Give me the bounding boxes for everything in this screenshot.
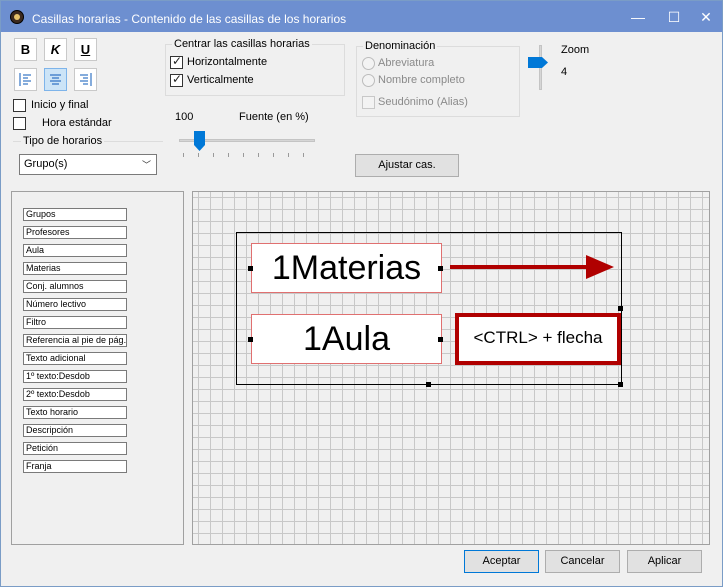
align-center-icon	[50, 74, 61, 85]
cell-preview-canvas[interactable]: 1Materias 1Aula <CTRL> + flecha	[192, 191, 710, 545]
underline-label: U	[80, 42, 91, 57]
fields-panel: Grupos Profesores Aula Materias Conj. al…	[11, 191, 184, 545]
accept-button[interactable]: Aceptar	[464, 550, 539, 573]
abbrev-radio[interactable]	[362, 57, 375, 70]
full-name-label: Nombre completo	[378, 74, 465, 86]
italic-label: K	[50, 42, 61, 57]
cell-field-aula[interactable]: 1Aula	[251, 314, 442, 364]
resize-handle[interactable]	[438, 337, 443, 342]
align-right-icon	[80, 73, 92, 86]
standard-time-label: Hora estándar	[42, 117, 112, 129]
full-name-radio[interactable]	[362, 74, 375, 87]
font-slider-tick	[228, 153, 229, 157]
align-left-button[interactable]	[14, 68, 37, 91]
field-item[interactable]: Referencia al pie de pág.	[23, 334, 127, 347]
title-bar: Casillas horarias - Contenido de las cas…	[1, 1, 722, 32]
field-item[interactable]: Aula	[23, 244, 127, 257]
font-slider-tick	[213, 153, 214, 157]
center-group	[165, 44, 345, 96]
window-title: Casillas horarias - Contenido de las cas…	[32, 12, 347, 26]
resize-handle[interactable]	[248, 266, 253, 271]
font-slider-tick	[273, 153, 274, 157]
bold-button[interactable]: B	[14, 38, 37, 61]
font-slider-tick	[198, 153, 199, 157]
arrow-right-icon	[450, 255, 614, 279]
horizontal-checkbox[interactable]	[170, 54, 183, 69]
minimize-button[interactable]: —	[623, 5, 653, 29]
align-left-icon	[19, 73, 31, 86]
horizontal-label: Horizontalmente	[187, 56, 268, 68]
resize-handle[interactable]	[618, 306, 623, 311]
resize-handle[interactable]	[426, 382, 431, 387]
schedule-type-select[interactable]: Grupo(s) ﹀	[19, 154, 157, 175]
maximize-button[interactable]: ☐	[659, 5, 689, 29]
font-label: Fuente (en %)	[239, 111, 309, 123]
font-slider-tick	[243, 153, 244, 157]
center-group-title: Centrar las casillas horarias	[172, 38, 312, 50]
denomination-title: Denominación	[363, 40, 438, 52]
vertical-label: Verticalmente	[187, 74, 254, 86]
italic-button[interactable]: K	[44, 38, 67, 61]
pseudonym-label: Seudónimo (Alias)	[378, 96, 468, 108]
align-right-button[interactable]	[74, 68, 97, 91]
zoom-slider-thumb[interactable]	[528, 57, 548, 68]
resize-handle[interactable]	[618, 382, 623, 387]
resize-handle[interactable]	[438, 266, 443, 271]
adjust-cells-button[interactable]: Ajustar cas.	[355, 154, 459, 177]
field-item[interactable]: Petición	[23, 442, 127, 455]
app-icon	[10, 10, 24, 24]
field-item[interactable]: Profesores	[23, 226, 127, 239]
schedule-type-value: Grupo(s)	[24, 158, 68, 170]
zoom-value: 4	[561, 66, 568, 78]
dialog-window: Casillas horarias - Contenido de las cas…	[0, 0, 723, 587]
bold-label: B	[20, 42, 31, 57]
align-center-button[interactable]	[44, 68, 67, 91]
cancel-button[interactable]: Cancelar	[545, 550, 620, 573]
resize-handle[interactable]	[248, 337, 253, 342]
field-item[interactable]: Texto horario	[23, 406, 127, 419]
field-item[interactable]: Número lectivo	[23, 298, 127, 311]
font-slider-tick	[303, 153, 304, 157]
field-item[interactable]: Descripción	[23, 424, 127, 437]
apply-button[interactable]: Aplicar	[627, 550, 702, 573]
font-slider-thumb[interactable]	[194, 131, 205, 151]
font-slider-tick	[258, 153, 259, 157]
field-item[interactable]: Franja	[23, 460, 127, 473]
zoom-label: Zoom	[561, 44, 590, 56]
close-button[interactable]: ✕	[691, 5, 721, 29]
chevron-down-icon: ﹀	[141, 160, 151, 170]
underline-button[interactable]: U	[74, 38, 97, 61]
font-value: 100	[175, 111, 194, 123]
font-slider-tick	[288, 153, 289, 157]
font-slider-tick	[183, 153, 184, 157]
pseudonym-checkbox[interactable]	[362, 96, 375, 109]
cell-field-materias[interactable]: 1Materias	[251, 243, 442, 293]
start-end-checkbox[interactable]	[13, 99, 26, 112]
field-item[interactable]: Texto adicional	[23, 352, 127, 365]
field-item[interactable]: Filtro	[23, 316, 127, 329]
hint-callout: <CTRL> + flecha	[455, 313, 621, 365]
vertical-checkbox[interactable]	[170, 72, 183, 87]
field-item[interactable]: Materias	[23, 262, 127, 275]
schedule-type-label: Tipo de horarios	[21, 135, 105, 147]
field-item[interactable]: 1º texto:Desdob	[23, 370, 127, 383]
start-end-label: Inicio y final	[31, 99, 89, 111]
field-item[interactable]: 2º texto:Desdob	[23, 388, 127, 401]
field-item[interactable]: Conj. alumnos	[23, 280, 127, 293]
field-item[interactable]: Grupos	[23, 208, 127, 221]
standard-time-checkbox[interactable]	[13, 117, 26, 130]
abbrev-label: Abreviatura	[378, 57, 435, 69]
